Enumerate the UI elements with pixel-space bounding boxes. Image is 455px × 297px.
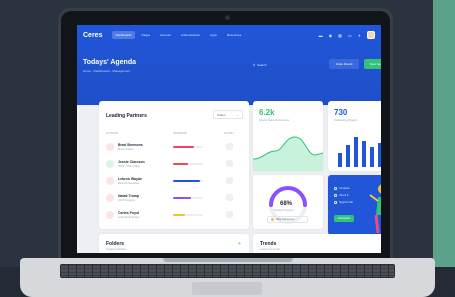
pill-label: Daily Milestones — [276, 218, 295, 221]
partner-logo-icon — [106, 211, 114, 219]
partner-role: Lead Studio Expert — [118, 216, 140, 219]
row-action-button[interactable] — [226, 143, 233, 150]
sales-stat-card: 6.2k Weekly Sales Performance — [253, 101, 323, 171]
search-label: Search — [257, 63, 267, 67]
partner-name: Lebron Wayde — [118, 177, 142, 181]
keyboard — [60, 264, 395, 278]
partner-name: Jessie Clarcson — [118, 160, 145, 164]
column-header: PROGRESS — [173, 132, 188, 135]
chart-icon[interactable]: ▬ — [319, 33, 323, 38]
progress-fill — [173, 197, 191, 199]
report-card: Complete Check In Support Call Get Repor… — [328, 175, 381, 235]
webcam — [225, 15, 230, 20]
nav-apps[interactable]: Apps — [207, 31, 220, 39]
dashboard-hero: Ceres Dashboards Pages Account Authentic… — [77, 25, 381, 105]
progress-track — [173, 146, 203, 148]
breadcrumb: Home - Dashboards - Management — [83, 69, 131, 73]
partner-name: Brad Simmons — [118, 143, 143, 147]
leading-partners-card: Leading Partners Status ⌄ AUTHORS PROGRE… — [99, 101, 249, 229]
progress-fill — [173, 180, 200, 182]
search-box[interactable]: ⚲ Search — [253, 63, 267, 67]
gauge-value: 68% — [280, 201, 293, 207]
status-select[interactable]: Status ⌄ — [213, 110, 243, 119]
partner-role: Movie Creator — [118, 148, 134, 151]
navbar-actions: ▬ ◉ ▦ ▭ ✦ — [319, 31, 375, 39]
milestone-pill: Daily Milestones — [267, 216, 308, 223]
progress-fill — [173, 163, 188, 165]
row-action-button[interactable] — [226, 194, 233, 201]
gauge-label: Monthly Progress — [274, 209, 294, 212]
partner-logo-icon — [106, 143, 114, 151]
person-illustration-icon — [369, 184, 381, 234]
column-header: ACTION — [224, 132, 234, 135]
progress-fill — [173, 146, 194, 148]
notification-icon[interactable]: ◉ — [329, 33, 333, 38]
laptop-bezel: Ceres Dashboards Pages Account Authentic… — [61, 11, 390, 260]
page-title: Todays' Agenda — [83, 59, 137, 66]
keyboard-keys — [61, 265, 394, 277]
nav-authentication[interactable]: Authentication — [178, 31, 203, 39]
card-subtitle: Ongoing Activities — [106, 248, 126, 251]
avatar[interactable] — [367, 31, 375, 39]
partner-logo-icon — [106, 160, 114, 168]
nav-account[interactable]: Account — [157, 31, 174, 39]
new-goal-button[interactable]: New Goal — [364, 59, 381, 69]
table-row: Brad Simmons Movie Creator — [106, 141, 244, 155]
progress-track — [173, 214, 203, 216]
column-header: AUTHORS — [106, 132, 119, 135]
chevron-down-icon: ⌄ — [236, 112, 239, 117]
partner-logo-icon — [106, 194, 114, 202]
screen: Ceres Dashboards Pages Account Authentic… — [77, 25, 381, 253]
row-action-button[interactable] — [226, 211, 233, 218]
hinge — [163, 258, 293, 262]
table-row: Lebron Wayde ReactJS Developer — [106, 175, 244, 189]
progress-track — [173, 163, 203, 165]
search-icon: ⚲ — [253, 63, 256, 67]
row-action-button[interactable] — [226, 177, 233, 184]
partner-role: UI/UX Designer — [118, 199, 136, 202]
nav-dashboards[interactable]: Dashboards — [112, 31, 135, 39]
row-action-button[interactable] — [226, 160, 233, 167]
progress-track — [173, 180, 203, 182]
progress-fill — [173, 214, 185, 216]
card-subtitle: Latest tech trends — [260, 248, 280, 251]
nav-pages[interactable]: Pages — [139, 31, 154, 39]
table-row: Natali Trump UI/UX Designer — [106, 192, 244, 206]
partner-logo-icon — [106, 177, 114, 185]
background-accent — [433, 0, 455, 297]
nav-resources[interactable]: Resources — [224, 31, 244, 39]
table-row: Jessie Clarcson HTML, CSS Coding — [106, 158, 244, 172]
table-row: Carles Puyol Lead Studio Expert — [106, 209, 244, 223]
projects-bar-chart — [338, 137, 381, 167]
chat-icon[interactable]: ▭ — [348, 33, 352, 38]
brand-logo[interactable]: Ceres — [83, 32, 102, 39]
partner-role: HTML, CSS Coding — [118, 165, 140, 168]
top-navbar: Ceres Dashboards Pages Account Authentic… — [77, 25, 381, 45]
card-title: Trends — [260, 241, 277, 247]
progress-gauge-card: 68% Monthly Progress Daily Milestones — [253, 175, 323, 229]
touchpad — [192, 282, 262, 295]
invite-friend-button[interactable]: Invite Friend — [329, 59, 359, 69]
status-dot-icon — [271, 218, 274, 221]
projects-stat-card: 730 Outstanding Projects — [328, 101, 381, 171]
card-title: Folders — [106, 241, 125, 247]
laptop-base — [20, 258, 435, 297]
partner-name: Natali Trump — [118, 194, 140, 198]
partner-role: ReactJS Developer — [118, 182, 140, 185]
settings-icon[interactable]: ✦ — [358, 33, 361, 38]
folders-card: Folders Ongoing Activities + — [99, 234, 249, 253]
grid-icon[interactable]: ▦ — [338, 33, 342, 38]
partner-name: Carles Puyol — [118, 211, 140, 215]
select-value: Status — [217, 112, 226, 117]
trends-card: Trends Latest tech trends + — [253, 234, 381, 253]
card-title: Leading Partners — [106, 113, 147, 119]
add-folder-icon[interactable]: + — [238, 241, 241, 247]
laptop-lid: Ceres Dashboards Pages Account Authentic… — [58, 8, 393, 260]
sales-area-chart — [253, 136, 323, 171]
progress-track — [173, 197, 203, 199]
